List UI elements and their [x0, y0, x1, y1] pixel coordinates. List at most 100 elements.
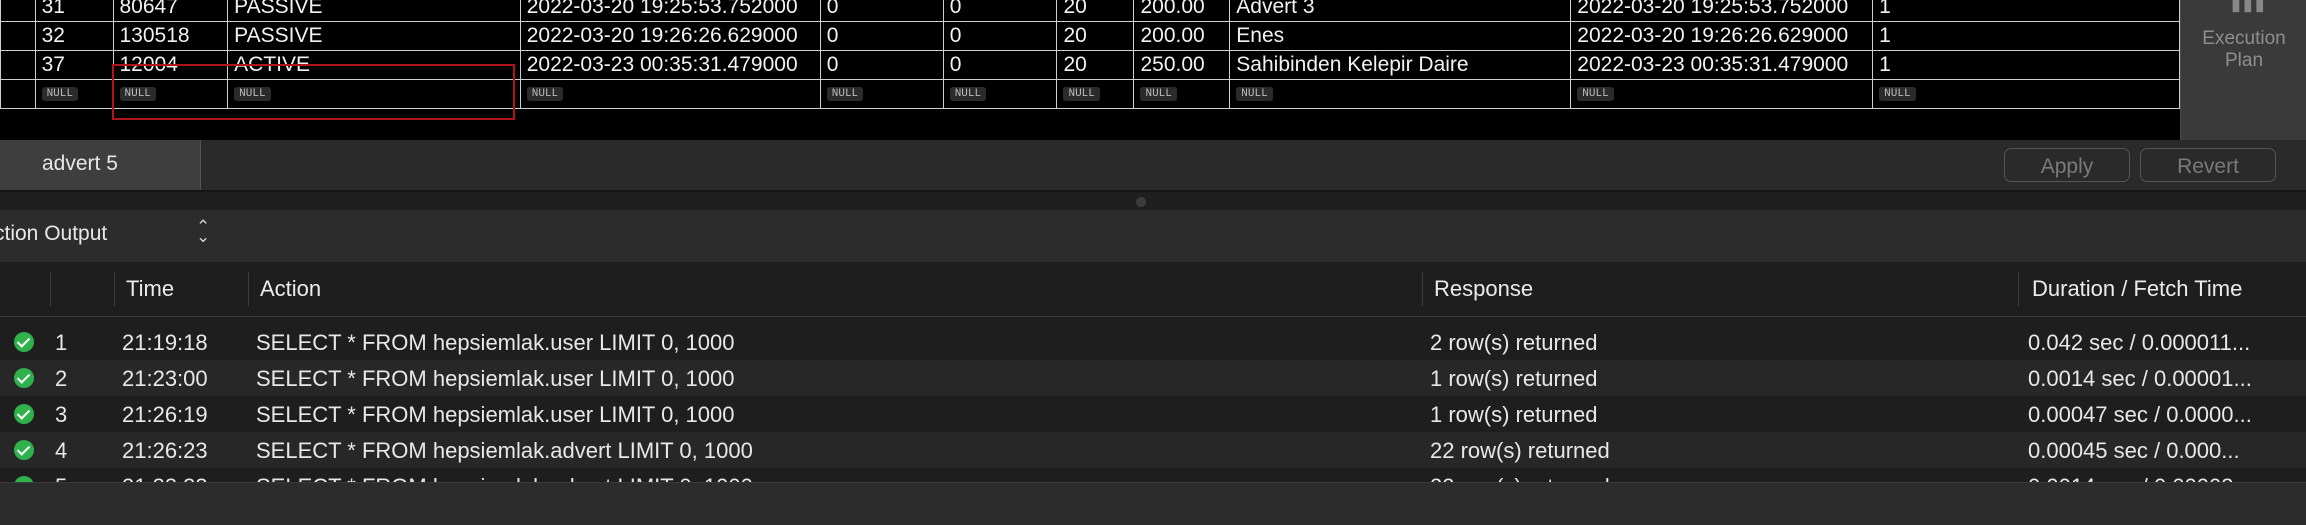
cell-id[interactable]: 37 [34, 50, 114, 80]
cell-code[interactable]: 130518 [112, 21, 229, 51]
tab-label: advert 5 [42, 152, 118, 175]
row-number: 4 [55, 438, 68, 463]
cell-value[interactable]: 0 [942, 50, 1058, 80]
column-divider[interactable] [1422, 272, 1423, 306]
cell-code[interactable]: 12004 [112, 50, 229, 80]
panel-splitter[interactable] [0, 192, 2306, 210]
result-grid-table: 31 80647 PASSIVE 2022-03-20 19:25:53.752… [0, 0, 2180, 109]
cell-created-at[interactable]: 2022-03-23 00:35:31.479000 [519, 50, 821, 80]
row-time: 21:26:23 [122, 438, 208, 463]
cell-price[interactable]: 250.00 [1133, 50, 1231, 80]
row-action: SELECT * FROM hepsiemlak.user LIMIT 0, 1… [256, 402, 735, 427]
cell-code[interactable]: 80647 [112, 0, 229, 22]
output-type-select[interactable]: ction Output [0, 222, 107, 246]
success-check-icon [14, 404, 34, 424]
result-tab-bar: advert 5 Apply Revert [0, 140, 2306, 192]
cell-price[interactable]: 200.00 [1133, 0, 1231, 22]
result-grid[interactable]: 31 80647 PASSIVE 2022-03-20 19:25:53.752… [0, 0, 2180, 140]
row-number: 2 [55, 366, 68, 391]
row-response: 2 row(s) returned [1430, 330, 1598, 355]
row-action: SELECT * FROM hepsiemlak.advert LIMIT 0,… [256, 474, 753, 482]
execution-plan-button[interactable]: ▮▮▮ Execution Plan [2180, 0, 2306, 140]
cell-value[interactable]: 20 [1056, 21, 1135, 51]
row-duration: 0.0014 sec / 0.00001... [2028, 366, 2252, 391]
row-response: 22 row(s) returned [1430, 438, 1610, 463]
tab-advert-5[interactable]: advert 5 [0, 140, 201, 190]
result-row[interactable]: 31 80647 PASSIVE 2022-03-20 19:25:53.752… [0, 0, 2180, 22]
row-response: 1 row(s) returned [1430, 402, 1598, 427]
null-badge: NULL [41, 87, 78, 102]
column-divider[interactable] [114, 272, 115, 306]
null-badge: NULL [1577, 87, 1614, 102]
cell-price[interactable]: 200.00 [1133, 21, 1231, 51]
row-time: 21:33:33 [122, 474, 208, 482]
row-action: SELECT * FROM hepsiemlak.user LIMIT 0, 1… [256, 330, 735, 355]
revert-button[interactable]: Revert [2140, 148, 2276, 182]
cell-value[interactable]: 20 [1056, 0, 1135, 22]
cell-title[interactable]: Advert 3 [1229, 0, 1572, 22]
cell-flag[interactable]: 1 [1872, 0, 2180, 22]
cell-created-at[interactable]: 2022-03-20 19:26:26.629000 [519, 21, 821, 51]
column-divider[interactable] [50, 272, 51, 306]
cell-id[interactable]: 31 [34, 0, 114, 22]
cell-updated-at[interactable]: 2022-03-23 00:35:31.479000 [1570, 50, 1874, 80]
action-output-table[interactable]: Time Action Response Duration / Fetch Ti… [0, 262, 2306, 482]
splitter-handle[interactable] [1136, 197, 1146, 207]
cell-value[interactable]: 20 [1056, 50, 1135, 80]
cell-title[interactable]: Sahibinden Kelepir Daire [1229, 50, 1572, 80]
cell-created-at[interactable]: 2022-03-20 19:25:53.752000 [519, 0, 821, 22]
new-row-placeholder[interactable]: NULL NULL NULL NULL NULL NULL NULL NULL … [0, 79, 2180, 109]
cell-status[interactable]: ACTIVE [227, 50, 521, 80]
cell-value[interactable]: 0 [819, 0, 944, 22]
row-number: 1 [55, 330, 68, 355]
cell-updated-at[interactable]: 2022-03-20 19:26:26.629000 [1570, 21, 1874, 51]
row-time: 21:19:18 [122, 330, 208, 355]
column-divider[interactable] [248, 272, 249, 306]
cell-value[interactable]: 0 [942, 21, 1058, 51]
cell-id[interactable]: 32 [34, 21, 114, 51]
column-header-action[interactable]: Action [260, 276, 321, 302]
result-row[interactable]: 37 12004 ACTIVE 2022-03-23 00:35:31.4790… [0, 50, 2180, 80]
cell-flag[interactable]: 1 [1872, 21, 2180, 51]
row-response: 1 row(s) returned [1430, 366, 1598, 391]
row-duration: 0.00045 sec / 0.000... [2028, 438, 2240, 463]
null-badge: NULL [526, 87, 564, 102]
column-header-time[interactable]: Time [126, 276, 174, 302]
column-header-response[interactable]: Response [1434, 276, 1533, 302]
row-duration: 0.0014 sec / 0.00003... [2028, 474, 2252, 482]
success-check-icon [14, 440, 34, 460]
cell-status[interactable]: PASSIVE [227, 0, 521, 22]
column-header-duration[interactable]: Duration / Fetch Time [2032, 276, 2242, 302]
null-badge: NULL [949, 87, 987, 102]
apply-button[interactable]: Apply [2004, 148, 2130, 182]
chevron-up-down-icon[interactable]: ⌃ ⌄ [196, 218, 210, 245]
row-action: SELECT * FROM hepsiemlak.advert LIMIT 0,… [256, 438, 753, 463]
success-check-icon [14, 332, 34, 352]
cell-value[interactable]: 0 [819, 21, 944, 51]
row-number: 3 [55, 402, 68, 427]
cell-value[interactable]: 0 [942, 0, 1058, 22]
output-row[interactable]: 3 21:26:19 SELECT * FROM hepsiemlak.user… [0, 396, 2306, 432]
output-row[interactable]: 4 21:26:23 SELECT * FROM hepsiemlak.adve… [0, 432, 2306, 468]
execution-plan-icon: ▮▮▮ [2231, 0, 2267, 14]
output-panel-header: ction Output ⌃ ⌄ [0, 210, 2306, 262]
null-badge: NULL [1140, 87, 1177, 102]
cell-flag[interactable]: 1 [1872, 50, 2180, 80]
output-row[interactable]: 1 21:19:18 SELECT * FROM hepsiemlak.user… [0, 324, 2306, 360]
cell-title[interactable]: Enes [1229, 21, 1572, 51]
null-badge: NULL [234, 87, 271, 102]
cell-status[interactable]: PASSIVE [227, 21, 521, 51]
result-row[interactable]: 32 130518 PASSIVE 2022-03-20 19:26:26.62… [0, 21, 2180, 51]
column-divider[interactable] [2018, 272, 2019, 306]
output-column-headers: Time Action Response Duration / Fetch Ti… [0, 262, 2306, 317]
row-time: 21:23:00 [122, 366, 208, 391]
row-duration: 0.00047 sec / 0.0000... [2028, 402, 2252, 427]
row-duration: 0.042 sec / 0.000011... [2028, 330, 2251, 355]
output-row[interactable]: 5 21:33:33 SELECT * FROM hepsiemlak.adve… [0, 468, 2306, 482]
execution-plan-label: Execution Plan [2202, 28, 2286, 71]
output-row[interactable]: 2 21:23:00 SELECT * FROM hepsiemlak.user… [0, 360, 2306, 396]
null-badge: NULL [826, 87, 864, 102]
cell-updated-at[interactable]: 2022-03-20 19:25:53.752000 [1570, 0, 1874, 22]
cell-value[interactable]: 0 [819, 50, 944, 80]
row-time: 21:26:19 [122, 402, 208, 427]
